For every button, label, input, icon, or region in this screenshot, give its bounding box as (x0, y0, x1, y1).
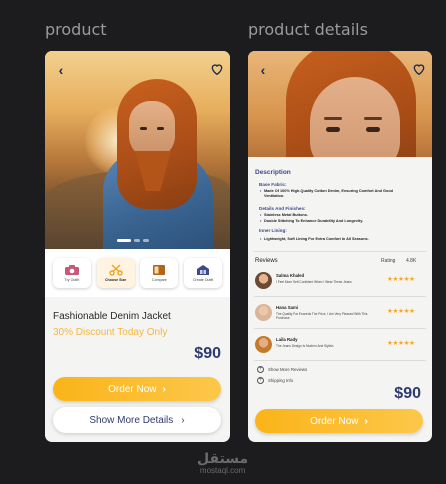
product-image[interactable] (45, 51, 230, 249)
review-text: The Quality Far Exceeds The Price, I Am … (276, 312, 368, 320)
link-label: Show More Reviews (268, 367, 308, 372)
product-screen-label: product (45, 20, 107, 39)
section-bullet: Lightweight, Soft Lining For Extra Comfo… (260, 237, 414, 242)
divider (254, 328, 426, 329)
camera-icon (64, 265, 79, 275)
show-more-details-label: Show More Details (89, 414, 174, 426)
compare-button[interactable]: Compare (140, 258, 179, 288)
reviews-title: Reviews (255, 258, 278, 264)
scissors-icon (108, 264, 123, 276)
reviewer-name: Laila Rady (276, 337, 298, 342)
section-heading: Details And Finishes: (259, 206, 306, 211)
watermark-latin: mostaql.com (199, 466, 246, 475)
chevron-right-icon: › (181, 414, 185, 426)
star-rating: ★★★★★ (387, 340, 415, 347)
chevron-right-icon: › (364, 415, 368, 427)
choose-size-button[interactable]: Choose Size (96, 258, 135, 288)
option-label: Try Outfit (64, 278, 80, 282)
option-label: Create Outfit (192, 278, 214, 282)
watermark: مستقل mostaql.com (197, 452, 248, 475)
reviewer-name: Hana Sami (276, 305, 298, 310)
pager-dot[interactable] (134, 239, 140, 242)
rating-value: 4.8K (406, 258, 417, 264)
show-more-details-button[interactable]: Show More Details › (53, 407, 221, 433)
description-title: Description (255, 169, 291, 176)
star-rating: ★★★★★ (387, 308, 415, 315)
create-outfit-button[interactable]: Create Outfit (184, 258, 223, 288)
star-rating: ★★★★★ (387, 276, 415, 283)
product-price: $90 (194, 345, 221, 362)
image-pager[interactable] (117, 239, 149, 242)
product-price: $90 (394, 385, 421, 402)
pager-dot[interactable] (143, 239, 149, 242)
product-options: Try Outfit Choose Size Compare Create Ou… (45, 249, 230, 297)
pager-dot[interactable] (117, 239, 131, 242)
order-now-label: Order Now (108, 383, 157, 395)
avatar (255, 336, 272, 353)
compare-icon (153, 265, 166, 275)
divider (254, 296, 426, 297)
product-screen: ‹ Try Outfit Choose Size Compare Create … (45, 51, 230, 442)
link-label: Shipping Info (268, 378, 294, 383)
order-now-button[interactable]: Order Now › (53, 377, 221, 401)
back-arrow-icon[interactable]: ‹ (53, 62, 69, 78)
chevron-right-icon: › (162, 383, 166, 395)
review-item: Hana Sami The Quality Far Exceeds The Pr… (254, 301, 426, 327)
avatar (255, 272, 272, 289)
back-arrow-icon[interactable]: ‹ (255, 62, 271, 78)
section-bullet: Stainless Metal Buttons. (260, 213, 414, 218)
discount-text: 30% Discount Today Only (53, 327, 168, 338)
section-heading: Base Fabric: (259, 182, 287, 187)
rating-label: Rating (381, 258, 396, 264)
section-bullet: Made Of 100% High-Quality Cotton Denim, … (260, 189, 414, 199)
option-label: Choose Size (104, 278, 127, 282)
divider (254, 360, 426, 361)
wardrobe-icon (197, 265, 210, 275)
reviewer-name: Salma Khaled (276, 273, 305, 278)
review-item: Salma Khaled I Feel More Self-Confident … (254, 269, 426, 295)
show-more-reviews-link[interactable]: + Show More Reviews (257, 366, 307, 373)
plus-icon: + (257, 366, 264, 373)
watermark-arabic: مستقل (197, 451, 249, 467)
product-details-screen: ‹ Description Base Fabric: Made Of 100% … (248, 51, 432, 442)
divider (254, 251, 426, 252)
shipping-info-link[interactable]: + Shipping Info (257, 377, 293, 384)
review-item: Laila Rady The Jeans Design Is Modern An… (254, 333, 426, 359)
try-outfit-button[interactable]: Try Outfit (52, 258, 91, 288)
section-bullet: Double Stitching To Enhance Durability A… (260, 219, 414, 224)
product-details-screen-label: product details (248, 20, 368, 39)
review-text: I Feel More Self-Confident When I Wear T… (276, 280, 352, 284)
option-label: Compare (151, 278, 167, 282)
heart-icon[interactable] (411, 61, 427, 77)
order-now-button[interactable]: Order Now › (255, 409, 423, 433)
review-text: The Jeans Design Is Modern And Stylish (276, 344, 334, 348)
section-heading: Inner Lining: (259, 228, 287, 233)
order-now-label: Order Now (310, 415, 359, 427)
product-closeup-image (248, 51, 432, 157)
plus-icon: + (257, 377, 264, 384)
avatar (255, 304, 272, 321)
product-name: Fashionable Denim Jacket (53, 311, 171, 322)
heart-icon[interactable] (209, 61, 225, 77)
